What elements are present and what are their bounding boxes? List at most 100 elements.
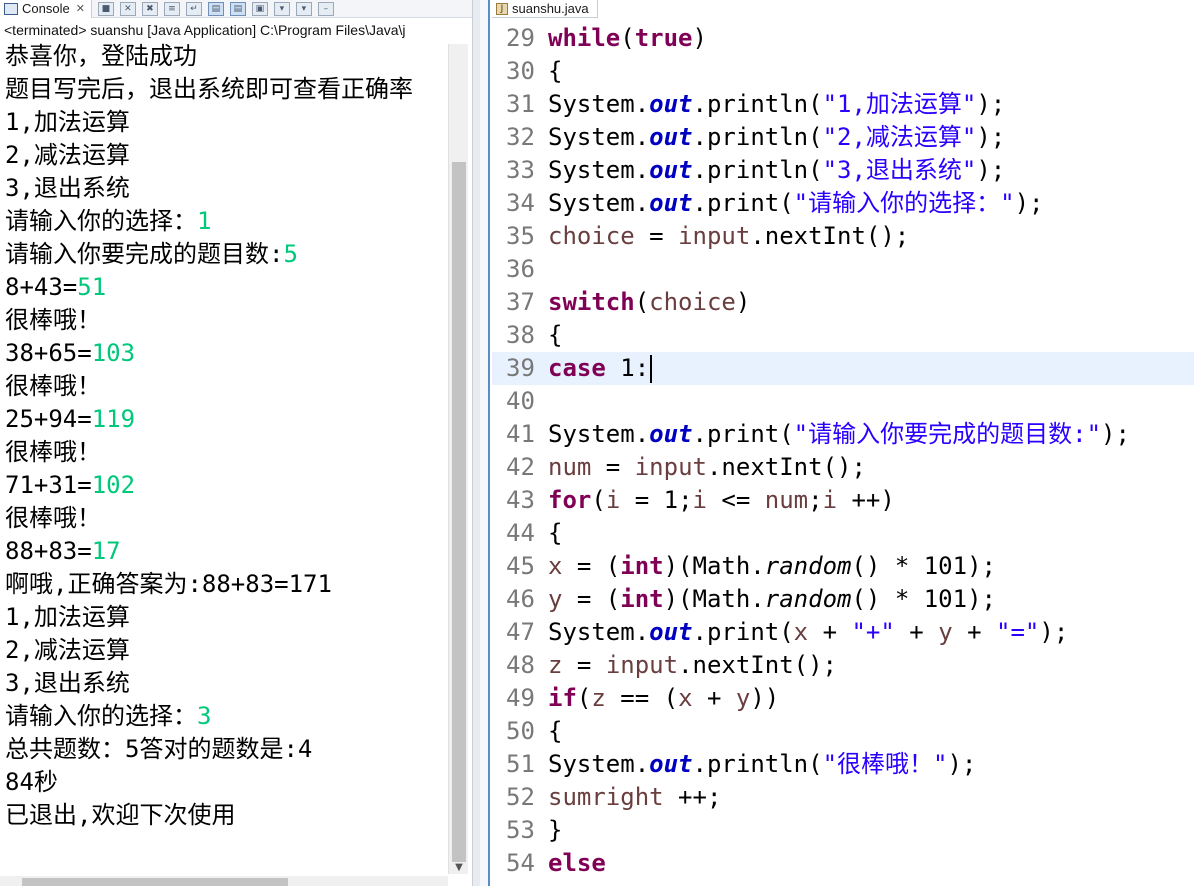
- code-editor[interactable]: 29 while(true) 30{31 System.out.println("1,…: [492, 22, 1194, 880]
- console-line: 2,减法运算: [0, 139, 448, 172]
- code-line[interactable]: 51 System.out.println("很棒哦！");: [492, 748, 1194, 781]
- console-line: 恭喜你，登陆成功: [0, 40, 448, 73]
- scroll-lock-icon[interactable]: ≡: [163, 1, 180, 16]
- code-token: while: [548, 24, 621, 52]
- code-token: out: [649, 123, 693, 151]
- code-text: System.out.println("1,加法运算");: [548, 88, 1005, 121]
- code-text: {: [548, 55, 562, 88]
- code-token: )): [750, 684, 780, 712]
- code-text: System.out.print("请输入你的选择：");: [548, 187, 1043, 220]
- code-text: num = input.nextInt();: [548, 451, 866, 484]
- code-token: = 1;: [620, 486, 693, 514]
- code-token: random: [764, 585, 852, 613]
- console-horizontal-scroll-thumb[interactable]: [22, 878, 288, 886]
- show-stderr-icon[interactable]: ▤: [229, 1, 246, 16]
- code-line[interactable]: 35 choice = input.nextInt();: [492, 220, 1194, 253]
- line-number: 48: [506, 651, 535, 679]
- code-token: "2,减法运算": [822, 123, 977, 151]
- console-horizontal-scrollbar[interactable]: [0, 876, 448, 886]
- code-line[interactable]: 41 System.out.print("请输入你要完成的题目数:");: [492, 418, 1194, 451]
- code-token: out: [649, 618, 693, 646]
- code-text: if(z == (x + y)): [548, 682, 779, 715]
- console-line: 25+94=119: [0, 403, 448, 436]
- code-line[interactable]: 49 if(z == (x + y)): [492, 682, 1194, 715]
- line-number: 31: [506, 90, 535, 118]
- close-icon[interactable]: ✕: [76, 2, 85, 15]
- line-number: 29: [506, 24, 535, 52]
- word-wrap-icon[interactable]: ↵: [185, 1, 202, 16]
- code-token: num: [548, 453, 592, 481]
- code-line[interactable]: 44 {: [492, 517, 1194, 550]
- console-line-text: 25+94=: [5, 405, 92, 433]
- code-token: if: [548, 684, 577, 712]
- code-line[interactable]: 30 {: [492, 55, 1194, 88]
- code-line[interactable]: 39 case 1:: [492, 352, 1194, 385]
- remove-all-icon[interactable]: ✖: [141, 1, 158, 16]
- code-line[interactable]: 40: [492, 385, 1194, 418]
- code-token: .print(: [692, 189, 794, 217]
- tab-console[interactable]: Console ✕: [0, 0, 92, 18]
- line-number: 40: [506, 387, 535, 415]
- code-token: {: [548, 57, 563, 85]
- code-line[interactable]: 38 {: [492, 319, 1194, 352]
- code-token: .println(: [692, 750, 823, 778]
- console-user-input: 119: [91, 405, 136, 433]
- java-file-icon: J: [496, 2, 508, 15]
- code-token: == (: [605, 684, 679, 712]
- code-line[interactable]: 43 for(i = 1;i <= num;i ++): [492, 484, 1194, 517]
- terminate-icon[interactable]: ■: [97, 1, 114, 16]
- code-text: for(i = 1;i <= num;i ++): [548, 484, 895, 517]
- code-token: "请输入你的选择：": [793, 189, 1015, 217]
- tab-console-label: Console: [22, 1, 70, 16]
- console-line: 请输入你要完成的题目数:5: [0, 238, 448, 271]
- console-line: 84秒: [0, 766, 448, 799]
- code-line[interactable]: 47 System.out.print(x + "+" + y + "=");: [492, 616, 1194, 649]
- code-line[interactable]: 52 sumright ++;: [492, 781, 1194, 814]
- code-line[interactable]: 54 else: [492, 847, 1194, 880]
- display-console-icon[interactable]: ▾: [273, 1, 290, 16]
- code-token: out: [649, 420, 693, 448]
- show-stdout-icon[interactable]: ▤: [207, 1, 224, 16]
- code-token: int: [620, 585, 664, 613]
- pane-divider[interactable]: [472, 0, 480, 886]
- code-line[interactable]: 48 z = input.nextInt();: [492, 649, 1194, 682]
- chevron-down-icon[interactable]: ▼: [453, 862, 465, 874]
- console-line-text: 已退出,欢迎下次使用: [5, 801, 236, 829]
- code-token: .nextInt();: [706, 453, 866, 481]
- code-line[interactable]: 45 x = (int)(Math.random() * 101);: [492, 550, 1194, 583]
- minimize-icon[interactable]: –: [317, 1, 334, 16]
- code-line[interactable]: 33 System.out.println("3,退出系统");: [492, 154, 1194, 187]
- console-line-text: 2,减法运算: [5, 636, 130, 664]
- console-line: 3,退出系统: [0, 172, 448, 205]
- console-vertical-scrollbar[interactable]: ▼: [448, 44, 468, 874]
- console-line-text: 很棒哦！: [5, 438, 101, 466]
- code-line[interactable]: 31 System.out.println("1,加法运算");: [492, 88, 1194, 121]
- code-token: (: [634, 288, 650, 316]
- code-line[interactable]: 53}: [492, 814, 1194, 847]
- console-vertical-scroll-thumb[interactable]: [452, 162, 466, 862]
- code-token: .print(: [692, 420, 794, 448]
- code-line[interactable]: 32 System.out.println("2,减法运算");: [492, 121, 1194, 154]
- code-line[interactable]: 46 y = (int)(Math.random() * 101);: [492, 583, 1194, 616]
- code-token: {: [548, 321, 563, 349]
- console-output[interactable]: 129498 恭喜你，登陆成功题目写完后，退出系统即可查看正确率1,加法运算2,…: [0, 26, 448, 872]
- line-number: 49: [506, 684, 535, 712]
- console-line: 请输入你的选择：1: [0, 205, 448, 238]
- code-text: z = input.nextInt();: [548, 649, 837, 682]
- code-line[interactable]: 50 {: [492, 715, 1194, 748]
- code-token: )(Math.: [663, 552, 765, 580]
- code-line[interactable]: 36: [492, 253, 1194, 286]
- code-line[interactable]: 29 while(true): [492, 22, 1194, 55]
- code-line[interactable]: 34 System.out.print("请输入你的选择：");: [492, 187, 1194, 220]
- pin-console-icon[interactable]: ▣: [251, 1, 268, 16]
- code-token: )(Math.: [663, 585, 765, 613]
- remove-launch-icon[interactable]: ✕: [119, 1, 136, 16]
- open-console-icon[interactable]: ▾: [295, 1, 312, 16]
- code-line[interactable]: 37 switch(choice): [492, 286, 1194, 319]
- console-line: 很棒哦！: [0, 304, 448, 337]
- code-token: x: [548, 552, 563, 580]
- code-line[interactable]: 42 num = input.nextInt();: [492, 451, 1194, 484]
- tab-suanshu-java[interactable]: J suanshu.java: [492, 0, 598, 18]
- code-token: input: [634, 453, 707, 481]
- code-token: "1,加法运算": [822, 90, 977, 118]
